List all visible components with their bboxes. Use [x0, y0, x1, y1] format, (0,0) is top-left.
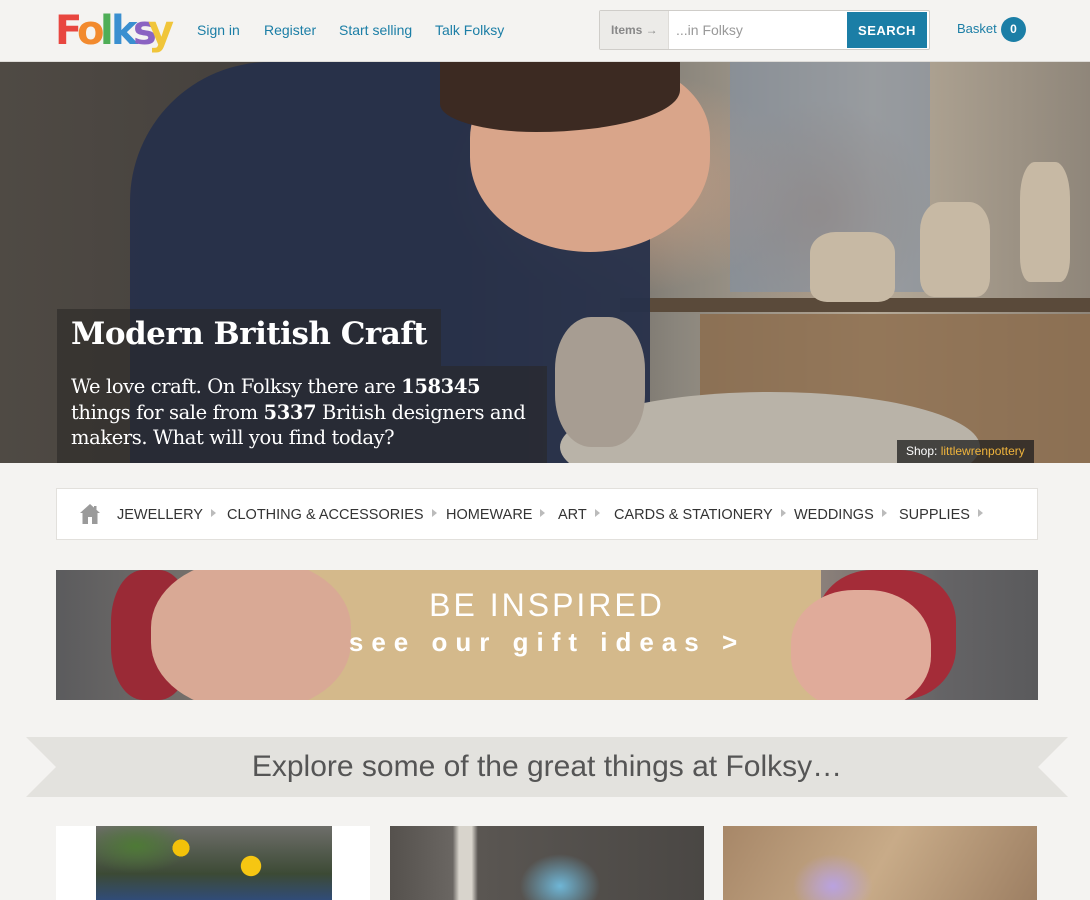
category-label: HOMEWARE [446, 507, 533, 523]
caret-right-icon [881, 509, 887, 517]
search-button[interactable]: SEARCH [847, 12, 927, 48]
category-art[interactable]: ART [558, 506, 600, 524]
hero-pot [1020, 162, 1070, 282]
category-label: JEWELLERY [117, 507, 203, 523]
category-homeware[interactable]: HOMEWARE [446, 506, 546, 524]
category-label: WEDDINGS [794, 507, 874, 523]
category-clothing-accessories[interactable]: CLOTHING & ACCESSORIES [227, 506, 437, 524]
items-count: 158345 [401, 375, 481, 398]
product-card[interactable] [723, 826, 1037, 900]
hero-pot [920, 202, 990, 297]
category-label: CARDS & STATIONERY [614, 507, 773, 523]
credit-shop-link[interactable]: littlewrenpottery [941, 444, 1025, 458]
section-title: Explore some of the great things at Folk… [251, 750, 843, 783]
category-label: ART [558, 507, 587, 523]
search-scope-selector[interactable]: Items → [600, 11, 669, 49]
hero-desc-prefix: We love craft. On Folksy there are [71, 375, 402, 398]
banner-heading: BE INSPIRED [429, 587, 665, 623]
caret-right-icon [594, 509, 600, 517]
hero-title: Modern British Craft [71, 316, 428, 352]
category-label: CLOTHING & ACCESSORIES [227, 507, 424, 523]
basket-count-badge: 0 [1001, 17, 1026, 42]
start-selling-link[interactable]: Start selling [339, 21, 412, 39]
caret-right-icon [780, 509, 786, 517]
photo-credit: Shop: littlewrenpottery [897, 440, 1034, 463]
folksy-logo[interactable]: F o l k s y [55, 8, 174, 54]
banner-subheading: see our gift ideas > [348, 627, 746, 657]
register-link[interactable]: Register [264, 21, 316, 39]
hero-pot [810, 232, 895, 302]
search-input[interactable] [670, 11, 846, 49]
product-card[interactable] [390, 826, 704, 900]
site-header: F o l k s y Sign in Register Start selli… [0, 0, 1090, 62]
category-weddings[interactable]: WEDDINGS [794, 506, 887, 524]
product-card[interactable] [56, 826, 370, 900]
hero-description-box: We love craft. On Folksy there are 15834… [57, 366, 547, 463]
category-cards-stationery[interactable]: CARDS & STATIONERY [614, 506, 786, 524]
makers-count: 5337 [263, 400, 317, 424]
category-label: SUPPLIES [899, 507, 970, 523]
basket-label: Basket [957, 21, 997, 36]
hero-description: We love craft. On Folksy there are 15834… [71, 374, 537, 451]
caret-right-icon [431, 509, 437, 517]
product-image [723, 826, 1037, 900]
caret-right-icon [977, 509, 983, 517]
section-ribbon: Explore some of the great things at Folk… [26, 737, 1068, 797]
search-bar: Items → SEARCH [599, 10, 930, 50]
product-image [390, 826, 704, 900]
product-image [96, 826, 332, 900]
category-supplies[interactable]: SUPPLIES [899, 506, 983, 524]
home-icon[interactable] [79, 503, 101, 525]
hero-potter-hand [555, 317, 645, 447]
hero-banner: Modern British Craft We love craft. On F… [0, 62, 1090, 463]
category-nav: JEWELLERY CLOTHING & ACCESSORIES HOMEWAR… [56, 488, 1038, 540]
hero-desc-mid: things for sale from [71, 400, 264, 424]
gift-ideas-banner[interactable]: BE INSPIRED see our gift ideas > [56, 570, 1038, 700]
caret-right-icon [210, 509, 216, 517]
hero-title-box: Modern British Craft [57, 309, 441, 366]
talk-folksy-link[interactable]: Talk Folksy [435, 21, 504, 39]
category-jewellery[interactable]: JEWELLERY [117, 506, 216, 524]
sign-in-link[interactable]: Sign in [197, 21, 240, 39]
credit-label: Shop: [906, 444, 941, 458]
caret-right-icon [540, 509, 546, 517]
